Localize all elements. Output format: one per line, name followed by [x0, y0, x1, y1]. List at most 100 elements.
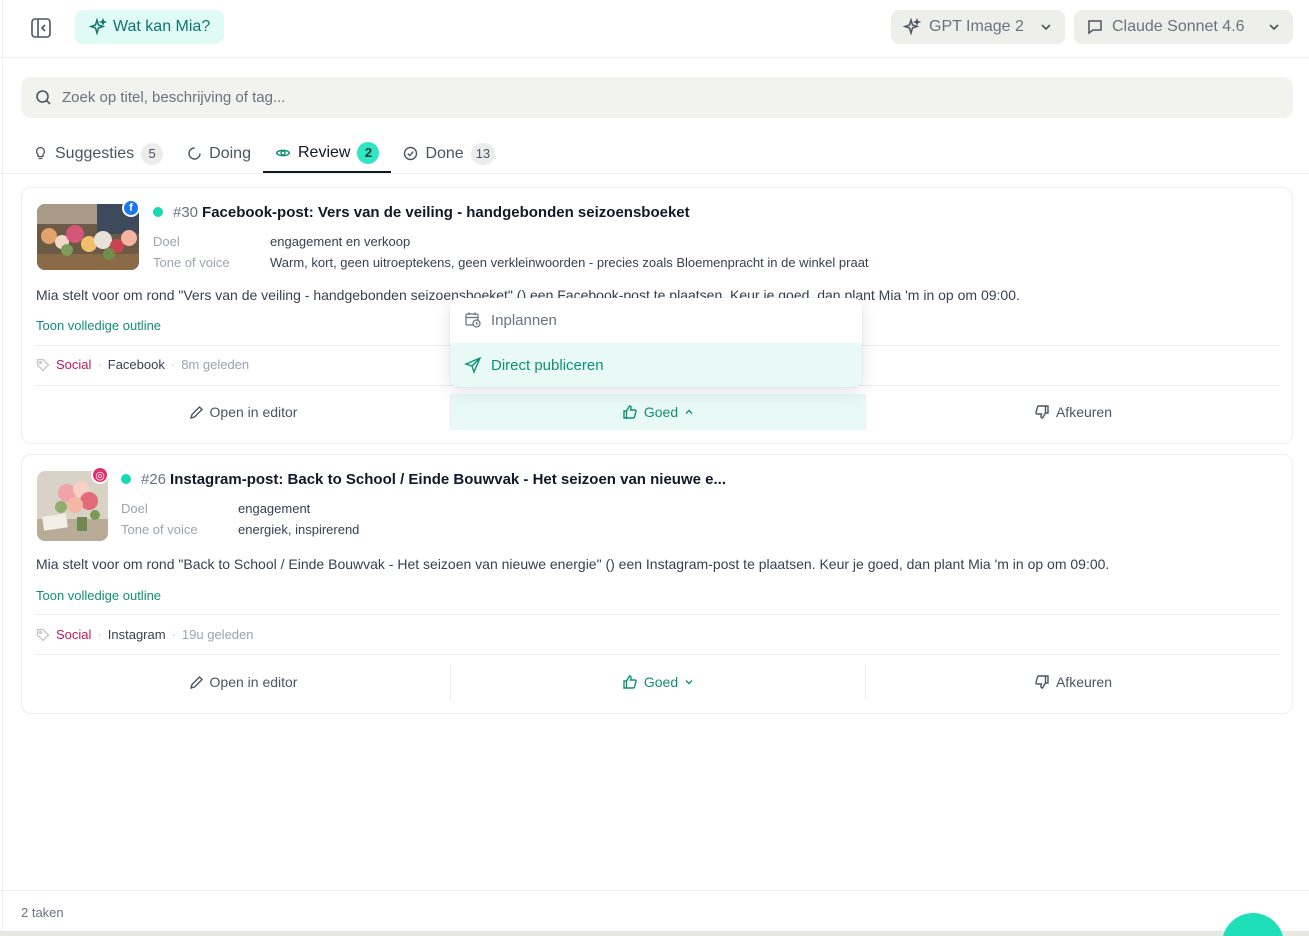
tag-platform: Instagram — [107, 627, 166, 642]
goal-value: engagement — [238, 501, 311, 516]
task-count: 2 taken — [21, 905, 64, 920]
tab-suggesties[interactable]: Suggesties 5 — [21, 134, 175, 173]
image-model-label: GPT Image 2 — [929, 18, 1024, 35]
card-number: #26 — [141, 471, 167, 488]
tone-value: Warm, kort, geen uitroeptekens, geen ver… — [270, 255, 869, 270]
card-tags: Social · Instagram · 19u geleden — [36, 627, 254, 642]
left-border — [2, 0, 3, 936]
reject-label: Afkeuren — [1055, 674, 1113, 690]
facebook-icon: f — [122, 199, 140, 217]
tag-icon — [36, 358, 50, 371]
card-number: #30 — [173, 204, 199, 221]
tab-label: Review — [297, 143, 351, 161]
show-outline-link[interactable]: Toon volledige outline — [36, 588, 161, 603]
created-time: 8m geleden — [181, 357, 250, 372]
schedule-label: Inplannen — [491, 311, 557, 329]
card-actions: Open in editor Goed Afkeuren — [36, 664, 1280, 700]
reject-button[interactable]: Afkeuren — [866, 664, 1280, 700]
card-title-text: Facebook-post: Vers van de veiling - han… — [202, 204, 690, 221]
thumbs-down-icon — [1035, 405, 1049, 419]
chevron-down-icon — [1041, 24, 1051, 31]
what-can-mia-label: Wat kan Mia? — [113, 18, 211, 35]
card-actions: Open in editor Goed Afkeuren — [36, 394, 1280, 430]
tag-icon — [36, 628, 50, 641]
text-model-label: Claude Sonnet 4.6 — [1112, 18, 1245, 35]
separator-dot: · — [171, 627, 176, 642]
approve-button[interactable]: Goed — [450, 394, 866, 430]
sidebar-collapse-icon — [31, 18, 51, 38]
tab-review[interactable]: Review 2 — [262, 134, 392, 173]
tab-label: Suggesties — [55, 144, 135, 162]
schedule-menu-item[interactable]: Inplannen — [450, 298, 862, 342]
what-can-mia-button[interactable]: Wat kan Mia? — [75, 10, 225, 44]
show-outline-link[interactable]: Toon volledige outline — [36, 318, 161, 333]
created-time: 19u geleden — [181, 627, 254, 642]
thumbs-up-icon — [623, 405, 637, 419]
separator-dot: · — [170, 357, 176, 372]
pencil-icon — [189, 675, 203, 689]
bottom-bar — [0, 931, 1309, 936]
tab-count: 2 — [357, 141, 380, 164]
chevron-down-icon — [685, 680, 693, 685]
send-icon — [464, 356, 482, 374]
chevron-up-icon — [685, 409, 693, 414]
tag-platform: Facebook — [107, 357, 165, 372]
check-circle-icon — [404, 146, 418, 161]
open-in-editor-label: Open in editor — [209, 674, 298, 690]
reject-button[interactable]: Afkeuren — [866, 394, 1280, 430]
card-tags: Social · Facebook · 8m geleden — [36, 357, 249, 372]
sparkle-icon — [89, 18, 107, 36]
search-bar — [21, 77, 1293, 118]
separator-dot: · — [97, 627, 102, 642]
thumbs-up-icon — [623, 675, 637, 689]
publish-now-menu-item[interactable]: Direct publiceren — [450, 343, 862, 387]
separator-dot: · — [97, 357, 102, 372]
tab-doing[interactable]: Doing — [175, 134, 263, 173]
sparkle-icon — [903, 18, 921, 36]
text-model-select[interactable]: Claude Sonnet 4.6 — [1074, 10, 1293, 44]
open-in-editor-button[interactable]: Open in editor — [36, 664, 450, 700]
open-in-editor-button[interactable]: Open in editor — [36, 394, 450, 430]
tab-done[interactable]: Done 13 — [391, 134, 507, 173]
task-card: ◎ #26 Instagram-post: Back to School / Ei… — [21, 454, 1293, 714]
tab-count: 13 — [470, 142, 496, 165]
tab-count: 5 — [141, 142, 164, 165]
calendar-clock-icon — [465, 312, 481, 328]
approve-button[interactable]: Goed — [450, 664, 866, 700]
divider — [36, 654, 1280, 655]
card-title-text: Instagram-post: Back to School / Einde B… — [170, 471, 726, 488]
tone-label: Tone of voice — [121, 522, 198, 537]
eye-icon — [275, 149, 291, 156]
sidebar-toggle-button[interactable] — [26, 13, 56, 43]
search-input[interactable] — [62, 89, 1262, 106]
reject-label: Afkeuren — [1055, 404, 1113, 420]
instagram-icon: ◎ — [91, 466, 109, 484]
thumbs-down-icon — [1035, 675, 1049, 689]
approve-dropdown-menu: Inplannen Direct publiceren — [450, 298, 862, 387]
tone-label: Tone of voice — [153, 255, 230, 270]
approve-label: Goed — [643, 404, 679, 420]
lightbulb-icon — [36, 146, 45, 160]
card-title[interactable]: #30 Facebook-post: Vers van de veiling - … — [173, 204, 690, 221]
open-in-editor-label: Open in editor — [209, 404, 298, 420]
status-dot — [153, 207, 163, 217]
status-dot — [121, 474, 131, 484]
goal-label: Doel — [121, 501, 148, 516]
card-description: Mia stelt voor om rond "Back to School /… — [36, 556, 1110, 572]
status-tabs: Suggesties 5 Doing Review 2 Done 13 — [21, 134, 507, 173]
pencil-icon — [189, 405, 203, 419]
image-model-select[interactable]: GPT Image 2 — [891, 10, 1065, 44]
goal-value: engagement en verkoop — [270, 234, 411, 249]
approve-label: Goed — [643, 674, 679, 690]
tabs-divider — [0, 173, 1309, 174]
chat-bubble-icon — [1088, 20, 1102, 35]
tag-social: Social — [56, 627, 92, 642]
card-title[interactable]: #26 Instagram-post: Back to School / Eind… — [141, 471, 726, 488]
divider — [36, 614, 1280, 615]
footer: 2 taken — [0, 890, 1309, 936]
top-bar: Wat kan Mia? GPT Image 2 Claude Sonnet 4… — [0, 0, 1309, 58]
search-icon — [36, 90, 51, 105]
publish-now-label: Direct publiceren — [491, 356, 604, 374]
tone-value: energiek, inspirerend — [238, 522, 360, 537]
tag-social: Social — [56, 357, 92, 372]
